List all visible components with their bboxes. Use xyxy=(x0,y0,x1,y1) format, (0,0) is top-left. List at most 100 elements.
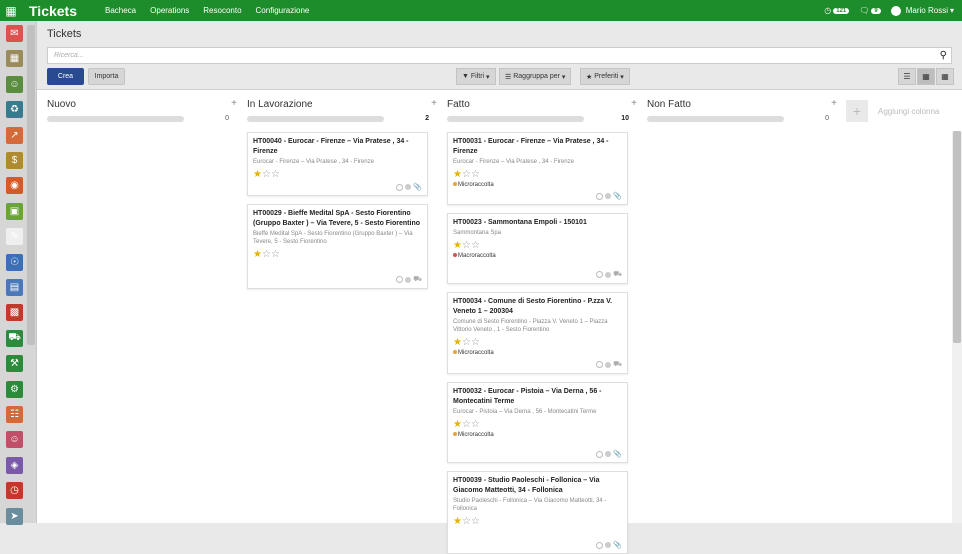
priority-star-icon[interactable]: ☆ xyxy=(471,419,480,430)
invoicing-icon[interactable]: $ xyxy=(6,152,23,169)
priority-stars[interactable]: ★☆☆ xyxy=(253,249,422,261)
kanban-view-icon[interactable]: ▦ xyxy=(917,68,935,85)
priority-star-icon[interactable]: ★ xyxy=(453,169,462,180)
ticket-card[interactable]: HT00032 - Eurocar - Pistoia – Via Derna … xyxy=(447,382,628,463)
priority-star-icon[interactable]: ☆ xyxy=(471,337,480,348)
priority-star-icon[interactable]: ☆ xyxy=(462,169,471,180)
report-icon[interactable]: ☷ xyxy=(6,406,23,423)
priority-star-icon[interactable]: ★ xyxy=(453,419,462,430)
priority-stars[interactable]: ★☆☆ xyxy=(453,240,622,252)
sidebar-scrollbar[interactable] xyxy=(27,25,35,345)
send-icon[interactable]: ➤ xyxy=(6,507,23,525)
menu-item-operations[interactable]: Operations xyxy=(150,6,189,15)
activity-clock-icon[interactable] xyxy=(596,541,604,549)
status-dot-icon[interactable] xyxy=(405,276,412,283)
priority-star-icon[interactable]: ☆ xyxy=(271,249,280,260)
ticket-card[interactable]: HT00029 - Bieffe Medital SpA - Sesto Fio… xyxy=(247,204,428,289)
priority-star-icon[interactable]: ☆ xyxy=(462,419,471,430)
project-icon[interactable]: ▣ xyxy=(6,202,23,220)
priority-star-icon[interactable]: ☆ xyxy=(462,240,471,251)
priority-star-icon[interactable]: ☆ xyxy=(462,337,471,348)
apps-menu-icon[interactable]: ▦ xyxy=(0,0,22,21)
activity-clock-icon[interactable] xyxy=(396,276,404,283)
priority-star-icon[interactable]: ☆ xyxy=(462,516,471,527)
priority-stars[interactable]: ★☆☆ xyxy=(453,337,622,349)
helpdesk-icon[interactable]: ☉ xyxy=(6,253,23,271)
priority-star-icon[interactable]: ★ xyxy=(453,516,462,527)
user-menu[interactable]: Mario Rossi ▾ xyxy=(890,5,954,16)
ticket-card[interactable]: HT00039 - Studio Paoleschi - Follonica –… xyxy=(447,471,628,554)
scrollbar-thumb[interactable] xyxy=(953,131,961,343)
priority-star-icon[interactable]: ★ xyxy=(453,240,462,251)
board-scrollbar[interactable] xyxy=(952,131,962,523)
activity-clock-icon[interactable] xyxy=(396,183,404,191)
priority-star-icon[interactable]: ☆ xyxy=(271,169,280,180)
activity-clock-icon[interactable] xyxy=(596,192,604,200)
activity-button[interactable]: ◷ 121 xyxy=(824,6,850,15)
activity-clock-icon[interactable] xyxy=(596,361,604,368)
activity-clock-icon[interactable] xyxy=(596,271,604,278)
column-title[interactable]: Fatto xyxy=(447,99,470,110)
column-progress-bar[interactable] xyxy=(247,116,384,122)
priority-stars[interactable]: ★☆☆ xyxy=(453,419,622,431)
status-dot-icon[interactable] xyxy=(405,184,412,190)
ticket-card[interactable]: HT00040 - Eurocar - Firenze – Via Prates… xyxy=(247,132,428,196)
contacts-icon[interactable]: ☺ xyxy=(6,75,23,93)
search-icon[interactable]: ⚲ xyxy=(940,50,947,61)
quick-create-plus-icon[interactable]: + xyxy=(831,98,837,109)
status-dot-icon[interactable] xyxy=(605,193,612,199)
menu-item-configurazione[interactable]: Configurazione xyxy=(256,6,310,15)
ticket-card[interactable]: HT00031 - Eurocar - Firenze – Via Prates… xyxy=(447,132,628,205)
list-view-icon[interactable]: ☰ xyxy=(898,68,916,85)
quick-create-plus-icon[interactable]: + xyxy=(231,98,237,109)
add-column-label[interactable]: Aggiungi colonna xyxy=(878,107,939,116)
repair-icon[interactable]: ⚙ xyxy=(6,380,23,398)
priority-star-icon[interactable]: ☆ xyxy=(471,169,480,180)
filters-button[interactable]: ▼ Filtri ▾ xyxy=(456,68,496,85)
website-icon[interactable]: ◉ xyxy=(6,177,23,195)
column-title[interactable]: Nuovo xyxy=(47,99,76,110)
documents-icon[interactable]: ✎ xyxy=(6,228,23,246)
inventory-icon[interactable]: ▩ xyxy=(6,304,23,322)
status-dot-icon[interactable] xyxy=(605,271,612,278)
discuss-icon[interactable]: ✉ xyxy=(6,25,23,42)
ticket-card[interactable]: HT00023 - Sammontana Empoli - 150101 Samm… xyxy=(447,213,628,284)
column-progress-bar[interactable] xyxy=(647,116,784,122)
apps-icon[interactable]: ◈ xyxy=(6,456,23,474)
priority-star-icon[interactable]: ☆ xyxy=(262,249,271,260)
messages-button[interactable]: 🗨 9 xyxy=(859,6,881,15)
calendar-icon[interactable]: ▦ xyxy=(6,50,23,68)
ticket-card[interactable]: HT00034 - Comune di Sesto Fiorentino - P… xyxy=(447,292,628,374)
create-button[interactable]: Crea xyxy=(47,68,84,85)
priority-star-icon[interactable]: ★ xyxy=(253,169,262,180)
priority-star-icon[interactable]: ☆ xyxy=(471,240,480,251)
sales-icon[interactable]: ↗ xyxy=(6,126,23,144)
import-button[interactable]: Importa xyxy=(88,68,125,85)
timer-icon[interactable]: ◷ xyxy=(6,482,23,500)
status-dot-icon[interactable] xyxy=(605,542,612,548)
groupby-button[interactable]: ☰ Raggruppa per ▾ xyxy=(499,68,572,85)
crm-icon[interactable]: ♻ xyxy=(6,101,23,119)
priority-stars[interactable]: ★☆☆ xyxy=(453,516,622,528)
column-title[interactable]: In Lavorazione xyxy=(247,99,313,110)
employees-icon[interactable]: ☺ xyxy=(6,431,23,449)
menu-item-bacheca[interactable]: Bacheca xyxy=(105,6,136,15)
column-progress-bar[interactable] xyxy=(447,116,584,122)
search-input[interactable]: Ricerca... ⚲ xyxy=(47,47,952,64)
tools-icon[interactable]: ⚒ xyxy=(6,355,23,373)
priority-star-icon[interactable]: ★ xyxy=(253,249,262,260)
priority-star-icon[interactable]: ☆ xyxy=(262,169,271,180)
grid-view-icon[interactable]: ▦ xyxy=(936,68,954,85)
quick-create-plus-icon[interactable]: + xyxy=(431,98,437,109)
column-progress-bar[interactable] xyxy=(47,116,184,122)
activity-clock-icon[interactable] xyxy=(596,450,604,458)
quick-create-plus-icon[interactable]: + xyxy=(631,98,637,109)
add-column-plus-icon[interactable]: + xyxy=(846,100,868,122)
priority-star-icon[interactable]: ☆ xyxy=(471,516,480,527)
status-dot-icon[interactable] xyxy=(605,361,612,368)
payment-icon[interactable]: ▤ xyxy=(6,279,23,296)
status-dot-icon[interactable] xyxy=(605,451,612,457)
priority-stars[interactable]: ★☆☆ xyxy=(453,169,622,181)
favorites-button[interactable]: ★ Preferiti ▾ xyxy=(580,68,630,85)
menu-item-resoconto[interactable]: Resoconto xyxy=(203,6,241,15)
